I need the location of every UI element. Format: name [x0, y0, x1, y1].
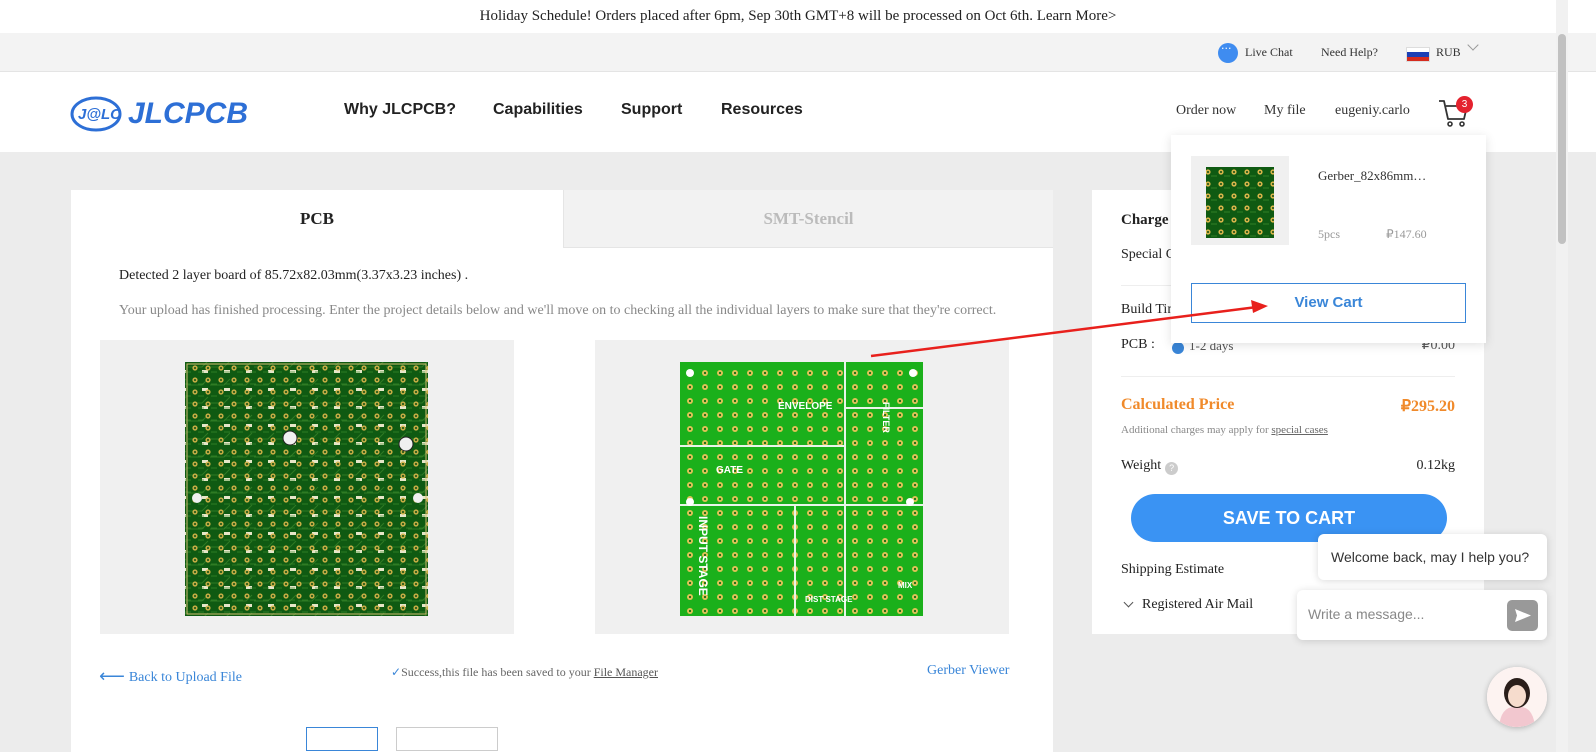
- chevron-down-icon[interactable]: [1467, 39, 1479, 51]
- live-chat-link[interactable]: Live Chat: [1245, 45, 1293, 60]
- tab-pcb[interactable]: PCB: [71, 190, 563, 248]
- chat-welcome-bubble[interactable]: Welcome back, may I help you?: [1318, 534, 1547, 580]
- back-to-upload-link[interactable]: ⟵ Back to Upload File: [99, 666, 242, 687]
- cart-item-qty: 5pcs: [1318, 227, 1340, 241]
- currency-selector[interactable]: RUB: [1436, 45, 1461, 60]
- send-icon[interactable]: [1507, 600, 1538, 631]
- pcb-top-preview[interactable]: [100, 340, 514, 634]
- back-label: Back to Upload File: [128, 670, 242, 685]
- shipping-method[interactable]: Registered Air Mail: [1142, 597, 1253, 613]
- success-text: Success,this file has been saved to your: [401, 665, 591, 679]
- my-file-link[interactable]: My file: [1264, 103, 1306, 119]
- username-link[interactable]: eugeniy.carlo: [1335, 103, 1410, 119]
- view-cart-button[interactable]: View Cart: [1191, 283, 1466, 323]
- logo-mark: J@LC: [78, 106, 122, 123]
- tab-smt-stencil[interactable]: SMT-Stencil: [563, 190, 1053, 248]
- charges-title: Charge: [1121, 212, 1169, 228]
- pcb-bottom-image: ENVELOPE FILTER GATE INPUT STAGE DIST ST…: [680, 362, 923, 616]
- processing-message: Your upload has finished processing. Ent…: [119, 303, 997, 318]
- additional-charges-text: Additional charges may apply for: [1121, 424, 1269, 436]
- chat-message-box[interactable]: Write a message...: [1297, 590, 1547, 640]
- cart-count-badge: 3: [1456, 96, 1473, 113]
- help-icon[interactable]: ?: [1165, 462, 1179, 475]
- jlcpcb-logo[interactable]: J@LC JLCPCB: [70, 90, 270, 136]
- pcb-bottom-preview[interactable]: ENVELOPE FILTER GATE INPUT STAGE DIST ST…: [595, 340, 1009, 634]
- russia-flag-icon[interactable]: [1406, 47, 1430, 62]
- page-scrollbar[interactable]: [1556, 0, 1568, 752]
- need-help-link[interactable]: Need Help?: [1321, 45, 1378, 60]
- upload-panel: PCB SMT-Stencil Detected 2 layer board o…: [71, 190, 1053, 752]
- silk-envelope: ENVELOPE: [778, 401, 833, 412]
- silk-dist-stage: DIST STAGE: [805, 595, 853, 604]
- cart-item-pcb-icon: [1206, 167, 1274, 238]
- silk-filter: FILTER: [881, 402, 891, 433]
- build-time-radio[interactable]: [1172, 342, 1184, 354]
- special-cases-link[interactable]: special cases: [1271, 424, 1328, 436]
- agent-avatar-icon[interactable]: [1487, 667, 1547, 727]
- shipping-estimate-label: Shipping Estimate: [1121, 562, 1225, 577]
- cart-dropdown: Gerber_82x86mm… 5pcs ₽147.60 View Cart: [1171, 135, 1486, 343]
- pcb-top-image: [185, 362, 428, 616]
- utility-bar: Live Chat Need Help? RUB: [0, 33, 1596, 72]
- live-chat-icon[interactable]: [1218, 42, 1238, 63]
- gerber-viewer-link[interactable]: Gerber Viewer: [927, 663, 1009, 679]
- silk-mix: MIX: [898, 581, 913, 590]
- cart-item-name[interactable]: Gerber_82x86mm…: [1318, 168, 1426, 184]
- detected-board-info: Detected 2 layer board of 85.72x82.03mm(…: [119, 268, 469, 283]
- calculated-price-value: ₽295.20: [1400, 398, 1455, 415]
- holiday-banner[interactable]: Holiday Schedule! Orders placed after 6p…: [0, 0, 1596, 33]
- chevron-down-icon[interactable]: [1123, 597, 1134, 608]
- special-offer-label: Special C: [1121, 247, 1176, 262]
- success-message: ✓Success,this file has been saved to you…: [391, 665, 658, 680]
- calculated-price-label: Calculated Price: [1121, 396, 1235, 413]
- additional-charges-note: Additional charges may apply for special…: [1121, 424, 1328, 436]
- nav-capabilities[interactable]: Capabilities: [493, 101, 583, 119]
- silk-gate: GATE: [716, 465, 743, 476]
- option-box[interactable]: [396, 727, 498, 751]
- logo-text: JLCPCB: [128, 97, 248, 130]
- file-manager-link[interactable]: File Manager: [594, 665, 658, 679]
- pcb-build-label: PCB :: [1121, 337, 1155, 352]
- chat-input-placeholder[interactable]: Write a message...: [1308, 606, 1424, 622]
- order-now-link[interactable]: Order now: [1176, 103, 1236, 119]
- silk-input-stage: INPUT STAGE: [696, 516, 710, 596]
- build-time-label: Build Tin: [1121, 302, 1175, 317]
- scrollbar-thumb[interactable]: [1558, 34, 1566, 244]
- nav-resources[interactable]: Resources: [721, 101, 803, 119]
- option-box-selected[interactable]: [306, 727, 378, 751]
- weight-label: Weight?: [1121, 458, 1179, 475]
- back-arrow-icon: ⟵: [99, 666, 125, 687]
- nav-why-jlcpcb[interactable]: Why JLCPCB?: [344, 101, 456, 119]
- weight-value: 0.12kg: [1416, 458, 1456, 473]
- check-icon: ✓: [391, 665, 402, 679]
- weight-text: Weight: [1121, 458, 1162, 473]
- cart-item-thumbnail[interactable]: [1191, 156, 1289, 245]
- cart-item-price: ₽147.60: [1386, 227, 1427, 241]
- nav-support[interactable]: Support: [621, 101, 682, 119]
- divider: [1121, 376, 1455, 377]
